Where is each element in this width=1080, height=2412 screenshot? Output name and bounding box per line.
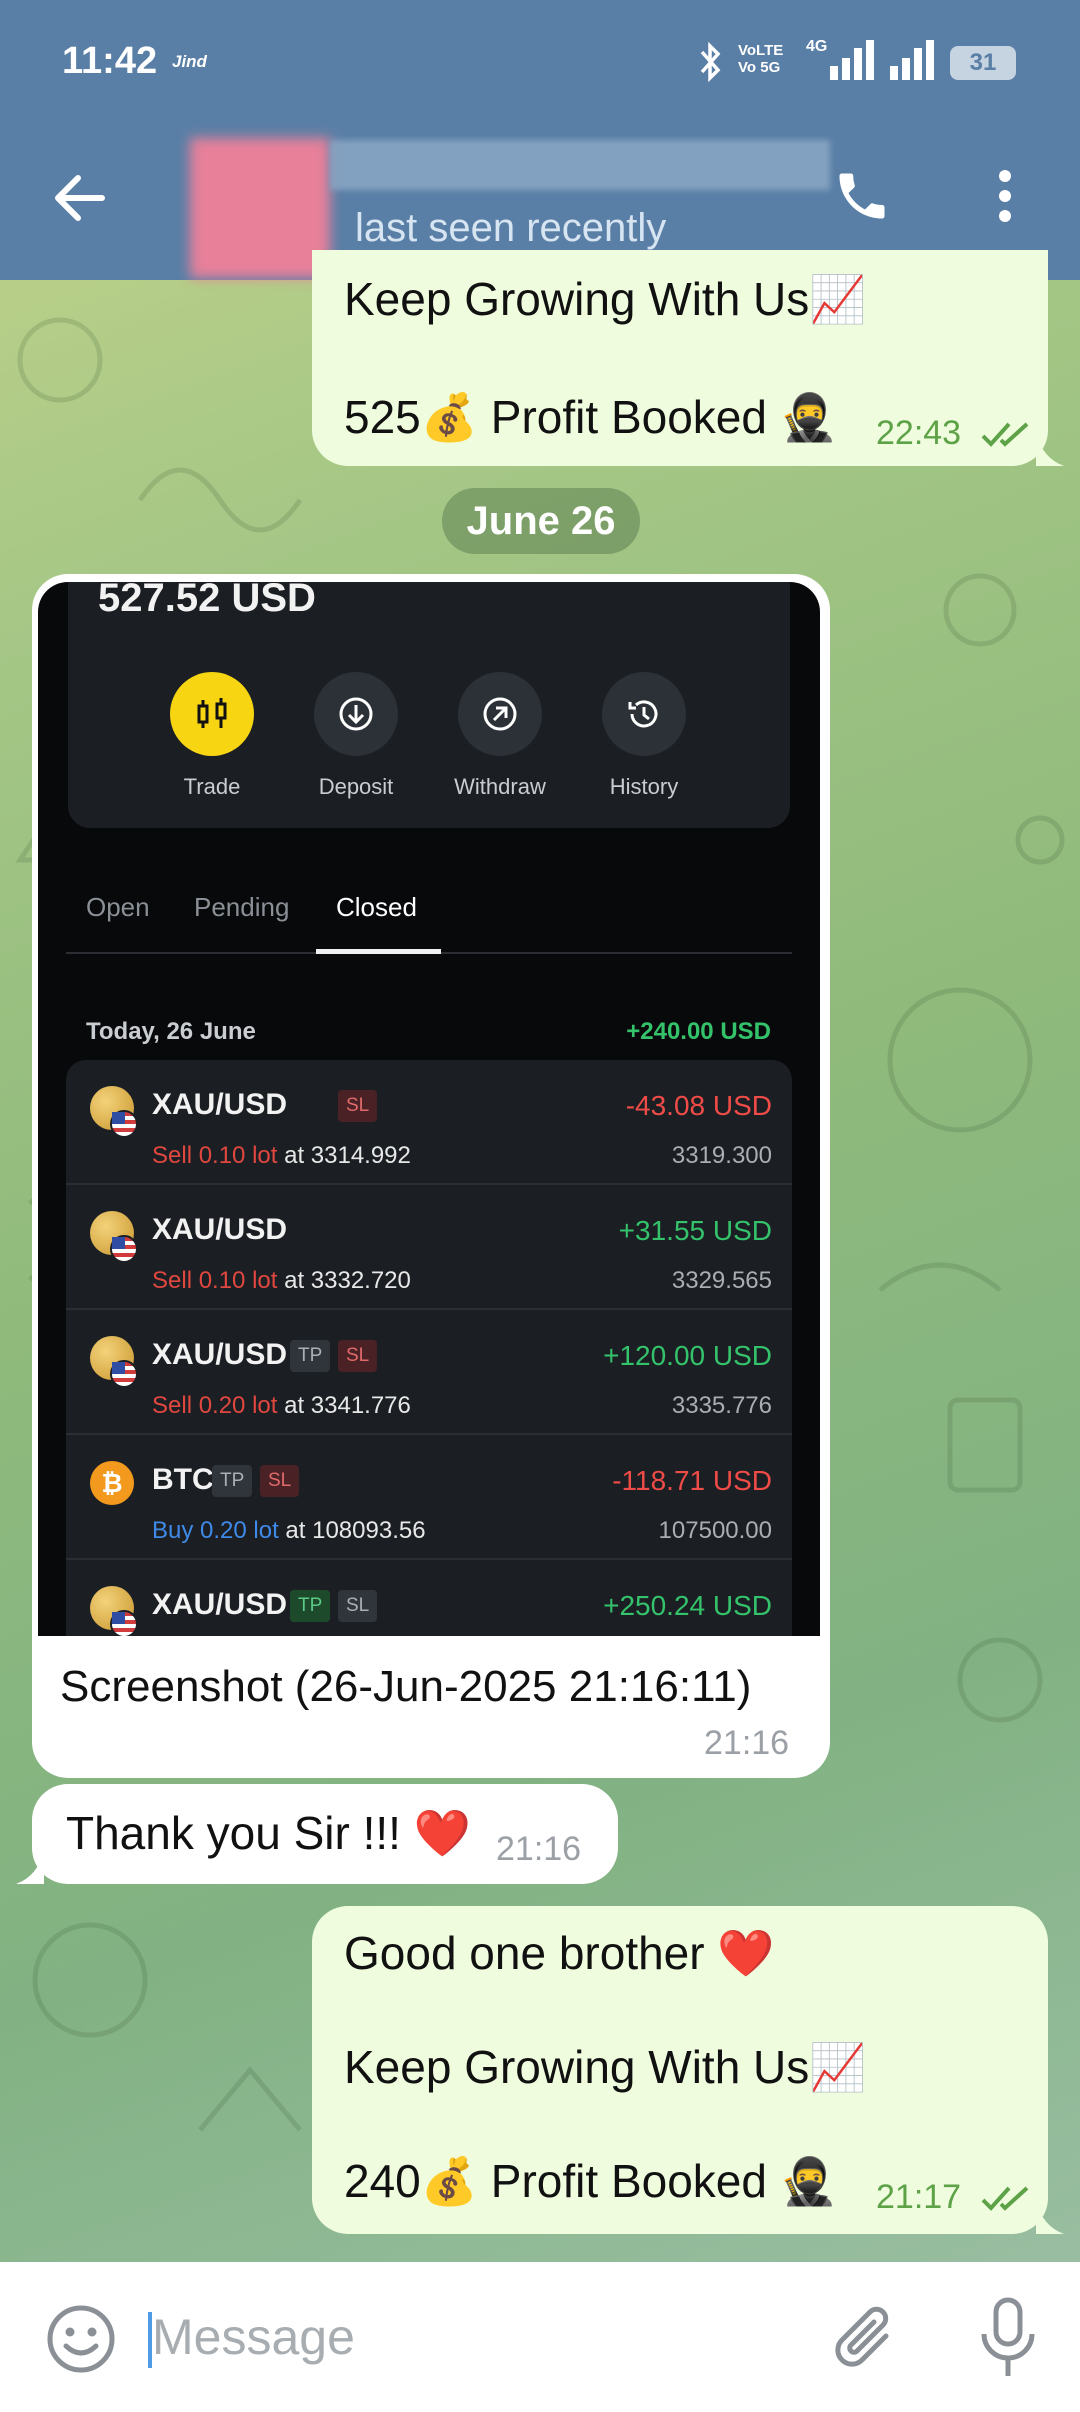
- emoji-icon[interactable]: [44, 2302, 118, 2376]
- message-time: 21:17: [876, 2178, 962, 2216]
- trade-row: XAU/USD SL Sell 0.10 lot at 3314.992 -43…: [66, 1060, 792, 1185]
- us-flag-icon: [110, 1360, 138, 1388]
- history-icon: [628, 700, 658, 728]
- tp-tag: TP: [290, 1590, 331, 1622]
- trade-detail: Sell 0.10 lot at 3314.992: [152, 1142, 411, 1169]
- double-check-icon: [981, 2186, 1028, 2211]
- trade-pnl: +31.55 USD: [618, 1215, 772, 1246]
- trade-detail: Sell 0.20 lot at 3341.776: [152, 1392, 411, 1419]
- trade-symbol: XAU/USD: [152, 1213, 288, 1246]
- candlestick-icon: [197, 698, 227, 728]
- trade-symbol: XAU/USD: [152, 1588, 288, 1621]
- message-time: 21:16: [704, 1724, 790, 1762]
- trade-pnl: +120.00 USD: [603, 1340, 772, 1371]
- deposit-button: [314, 672, 398, 756]
- bubble-tail: [1036, 2200, 1064, 2234]
- history-label: History: [609, 774, 679, 799]
- trade-screenshot-image[interactable]: 527.52 USD Trade Deposit Withdraw Histor…: [38, 582, 820, 1636]
- image-caption: Screenshot (26-Jun-2025 21:16:11): [60, 1662, 752, 1711]
- message-time: 21:16: [496, 1830, 582, 1868]
- tab-pending: Pending: [194, 892, 290, 922]
- carrier-logo: Jind: [172, 52, 207, 71]
- us-flag-icon: [110, 1610, 138, 1636]
- signal-strength-2-icon: [890, 40, 934, 80]
- trade-row: XAU/USD TP SL +250.24 USD: [66, 1560, 792, 1636]
- trade-symbol: XAU/USD: [152, 1338, 288, 1371]
- phone-call-icon[interactable]: [832, 166, 892, 226]
- sl-tag: SL: [338, 1340, 378, 1372]
- network-type: 4G: [806, 38, 828, 55]
- message-text: Thank you Sir !!! ❤️: [66, 1807, 471, 1859]
- us-flag-icon: [110, 1110, 138, 1138]
- trade-pnl: +250.24 USD: [603, 1590, 772, 1621]
- trade-symbol: XAU/USD: [152, 1088, 288, 1121]
- trade-row: ₿ BTC TP SL Buy 0.20 lot at 108093.56 -1…: [66, 1435, 792, 1560]
- message-meta: 22:43: [876, 414, 1033, 453]
- tp-tag: TP: [290, 1340, 331, 1372]
- microphone-icon[interactable]: [972, 2296, 1044, 2382]
- battery-icon: 31: [950, 46, 1016, 80]
- trade-button: [170, 672, 254, 756]
- trade-close-price: 3335.776: [671, 1392, 772, 1419]
- trade-row: XAU/USD Sell 0.10 lot at 3332.720 +31.55…: [66, 1185, 792, 1310]
- trade-label: Trade: [183, 774, 241, 799]
- us-flag-icon: [110, 1235, 138, 1263]
- trade-close-price: 3329.565: [671, 1267, 772, 1294]
- bitcoin-icon: ₿: [90, 1461, 134, 1505]
- message-text-line: 525💰 Profit Booked 🥷: [344, 391, 838, 443]
- attach-icon[interactable]: [830, 2300, 904, 2378]
- last-seen-status: last seen recently: [355, 206, 667, 250]
- outgoing-message[interactable]: Keep Growing With Us📈 525💰 Profit Booked…: [312, 250, 1048, 466]
- contact-name-redacted[interactable]: [330, 140, 830, 190]
- bubble-tail: [16, 1850, 44, 1884]
- avatar[interactable]: [190, 138, 330, 278]
- message-text-line: Keep Growing With Us📈: [344, 2041, 867, 2093]
- bluetooth-icon: [700, 42, 721, 82]
- deposit-icon: [339, 697, 373, 731]
- account-balance: 527.52 USD: [98, 582, 316, 620]
- tab-closed: Closed: [336, 892, 417, 922]
- more-options-icon[interactable]: [990, 166, 1020, 226]
- outgoing-message[interactable]: Good one brother ❤️ Keep Growing With Us…: [312, 1906, 1048, 2234]
- trade-pnl: -43.08 USD: [625, 1090, 772, 1121]
- status-time: 11:42: [62, 40, 158, 82]
- tab-indicator: [316, 949, 441, 954]
- trade-detail: Sell 0.10 lot at 3332.720: [152, 1267, 411, 1294]
- tp-tag: TP: [212, 1465, 253, 1497]
- trade-pnl: -118.71 USD: [612, 1465, 772, 1496]
- date-divider: June 26: [442, 488, 640, 554]
- message-text-line: Keep Growing With Us📈: [344, 273, 867, 325]
- trade-detail: Buy 0.20 lot at 108093.56: [152, 1517, 426, 1544]
- signal-strength-icon: [830, 40, 874, 80]
- trade-symbol: BTC: [152, 1463, 214, 1496]
- tab-open: Open: [86, 892, 150, 922]
- volte-indicator: VoLTE Vo 5G: [738, 42, 784, 76]
- message-input[interactable]: Message: [152, 2308, 355, 2366]
- withdraw-button: [458, 672, 542, 756]
- trade-close-price: 107500.00: [658, 1517, 772, 1544]
- message-text-line: Good one brother ❤️: [344, 1927, 775, 1979]
- history-button: [602, 672, 686, 756]
- withdraw-label: Withdraw: [454, 774, 546, 799]
- status-bar: 11:42 Jind VoLTE Vo 5G 4G 31: [0, 0, 1080, 125]
- bubble-tail: [1036, 432, 1064, 466]
- trade-close-price: 3319.300: [671, 1142, 772, 1169]
- message-text-line: 240💰 Profit Booked 🥷: [344, 2155, 838, 2207]
- closed-trades-list: XAU/USD SL Sell 0.10 lot at 3314.992 -43…: [66, 1060, 792, 1636]
- day-total: +240.00 USD: [626, 1018, 771, 1045]
- back-arrow-icon[interactable]: [52, 170, 108, 226]
- trade-row: XAU/USD TP SL Sell 0.20 lot at 3341.776 …: [66, 1310, 792, 1435]
- withdraw-icon: [483, 697, 517, 731]
- sl-tag: SL: [338, 1590, 378, 1622]
- sl-tag: SL: [338, 1090, 378, 1122]
- message-time: 22:43: [876, 414, 962, 452]
- sl-tag: SL: [260, 1465, 300, 1497]
- incoming-message[interactable]: Thank you Sir !!! ❤️ 21:16: [32, 1784, 618, 1884]
- double-check-icon: [981, 422, 1028, 447]
- day-label: Today, 26 June: [86, 1018, 256, 1045]
- deposit-label: Deposit: [318, 774, 394, 799]
- message-meta: 21:17: [876, 2178, 1033, 2217]
